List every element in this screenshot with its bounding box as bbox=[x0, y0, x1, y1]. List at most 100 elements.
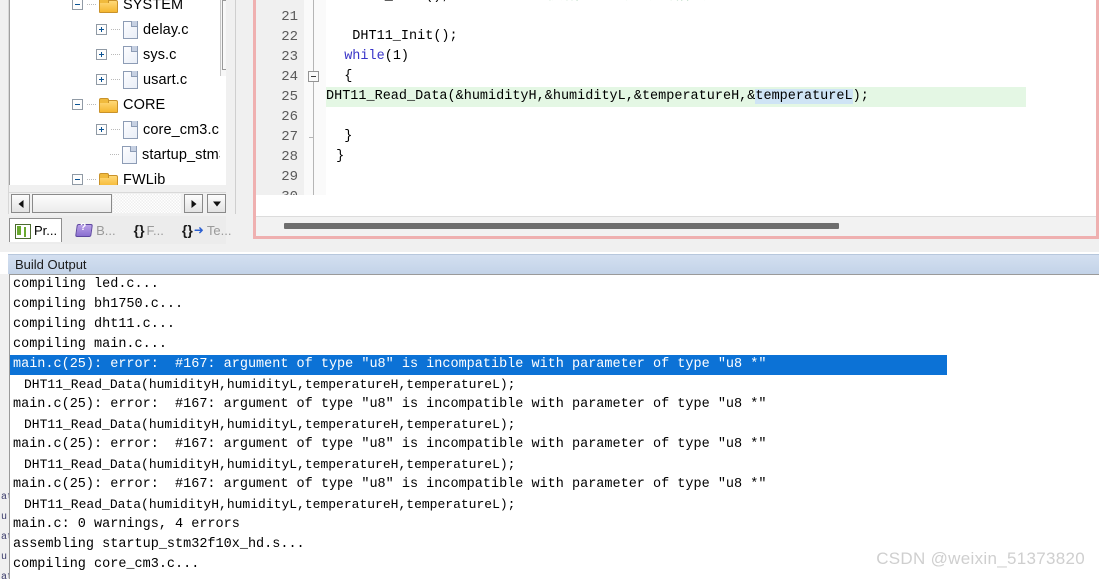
code-line-text[interactable]: while(1) bbox=[328, 47, 409, 67]
build-source-echo-line[interactable]: DHT11_Read_Data(humidityH,humidityL,temp… bbox=[10, 455, 515, 475]
scroll-left-icon[interactable] bbox=[11, 194, 30, 213]
code-line-27[interactable]: 27 } bbox=[256, 127, 1096, 147]
collapse-minus-icon[interactable] bbox=[72, 174, 83, 185]
build-output-log[interactable]: compiling led.c... compiling bh1750.c... c… bbox=[9, 274, 1099, 579]
build-source-echo-line[interactable]: DHT11_Read_Data(humidityH,humidityL,temp… bbox=[10, 415, 515, 435]
sidebar-tab-strip[interactable]: Pr...B...{}F...{}➜Te... bbox=[9, 216, 231, 244]
build-log-line[interactable]: compiling main.c... bbox=[10, 335, 167, 355]
code-line-text[interactable]: LED_Init(); //初始化与LED连接的硬件接口 bbox=[328, 0, 720, 7]
code-line-23[interactable]: 23 while(1) bbox=[256, 47, 1096, 67]
expand-plus-icon[interactable] bbox=[96, 124, 107, 135]
tree-item-startup-stm3[interactable]: startup_stm3 bbox=[10, 142, 226, 167]
editor-hscroll-thumb[interactable] bbox=[284, 223, 839, 229]
tree-item-system[interactable]: SYSTEM bbox=[10, 0, 226, 17]
code-line-28[interactable]: 28 } bbox=[256, 147, 1096, 167]
sidebar-tab-te[interactable]: {} ➜ Te... bbox=[178, 218, 236, 242]
sidebar-tab-b[interactable]: B... bbox=[72, 218, 120, 242]
code-text-area[interactable]: 20 LED_Init(); //初始化与LED连接的硬件接口 21 22 DHT1… bbox=[256, 0, 1096, 213]
scroll-right-icon[interactable] bbox=[184, 194, 203, 213]
sidebar-tab-label: Pr... bbox=[34, 223, 58, 238]
code-editor-panel[interactable]: 20 LED_Init(); //初始化与LED连接的硬件接口 21 22 DHT1… bbox=[253, 0, 1099, 239]
tree-item-delay-c[interactable]: delay.c bbox=[10, 17, 226, 42]
code-token: { bbox=[328, 69, 353, 84]
panel-splitter[interactable] bbox=[226, 0, 236, 214]
tree-item-core[interactable]: CORE bbox=[10, 92, 226, 117]
editor-blank-fill bbox=[256, 195, 1096, 215]
clipped-text-fragment: u bbox=[1, 552, 8, 563]
build-source-echo-line[interactable]: DHT11_Read_Data(humidityH,humidityL,temp… bbox=[10, 375, 515, 395]
build-output-panel: Build Output atuatuatu- compiling led.c.… bbox=[0, 252, 1099, 579]
line-number: 26 bbox=[281, 109, 298, 125]
tree-item-sys-c[interactable]: sys.c bbox=[10, 42, 226, 67]
tree-horizontal-scrollbar[interactable] bbox=[9, 192, 226, 214]
code-line-21[interactable]: 21 bbox=[256, 7, 1096, 27]
collapse-minus-icon[interactable] bbox=[72, 0, 83, 10]
build-log-line[interactable]: main.c(25): error: #167: argument of typ… bbox=[10, 475, 766, 495]
expand-plus-icon[interactable] bbox=[96, 74, 107, 85]
code-line-text[interactable]: { bbox=[328, 67, 352, 87]
code-token: ); bbox=[852, 89, 869, 104]
code-line-text[interactable]: DHT11_Read_Data(&humidityH,&humidityL,&t… bbox=[326, 87, 869, 107]
line-number: 25 bbox=[281, 89, 298, 105]
sidebar-tab-f[interactable]: {} F... bbox=[130, 218, 168, 242]
build-log-line[interactable]: assembling startup_stm32f10x_hd.s... bbox=[10, 535, 305, 555]
project-icon bbox=[14, 223, 31, 239]
tree-connector-line bbox=[109, 154, 120, 155]
code-comment: //初始化与LED连接的硬件接口 bbox=[531, 0, 720, 4]
tree-hscroll-track[interactable] bbox=[113, 194, 181, 213]
clipped-text-fragment: at bbox=[1, 572, 9, 579]
line-number: 27 bbox=[281, 129, 298, 145]
project-tree-list: SYSTEM delay.c sys.c usart.c CORE core_cm3.cs… bbox=[10, 0, 226, 185]
build-source-echo-line[interactable]: DHT11_Read_Data(humidityH,humidityL,temp… bbox=[10, 495, 515, 515]
chevron-down-icon[interactable] bbox=[207, 194, 226, 213]
code-line-24[interactable]: 24 { bbox=[256, 67, 1096, 87]
build-log-line[interactable]: main.c(25): error: #167: argument of typ… bbox=[10, 395, 766, 415]
code-line-29[interactable]: 29 bbox=[256, 167, 1096, 187]
code-line-25[interactable]: 25 DHT11_Read_Data(&humidityH,&humidityL,… bbox=[256, 87, 1096, 107]
expand-plus-icon[interactable] bbox=[96, 49, 107, 60]
blue-arrow-icon: ➜ bbox=[193, 223, 204, 237]
collapse-minus-icon[interactable] bbox=[72, 99, 83, 110]
clipped-text-fragment: u bbox=[1, 512, 8, 523]
folder-icon bbox=[99, 97, 118, 113]
build-output-title: Build Output bbox=[8, 254, 1099, 274]
editor-horizontal-scrollbar[interactable] bbox=[256, 216, 1096, 236]
clipped-text-fragment: at bbox=[1, 492, 9, 503]
tree-item-usart-c[interactable]: usart.c bbox=[10, 67, 226, 92]
build-log-line[interactable]: compiling core_cm3.c... bbox=[10, 555, 199, 575]
line-number: 22 bbox=[281, 29, 298, 45]
code-line-20[interactable]: 20 LED_Init(); //初始化与LED连接的硬件接口 bbox=[256, 0, 1096, 7]
expand-plus-icon[interactable] bbox=[96, 24, 107, 35]
code-token: DHT11_Init(); bbox=[328, 29, 458, 44]
build-log-line[interactable]: compiling bh1750.c... bbox=[10, 295, 183, 315]
c-file-icon bbox=[123, 71, 138, 89]
build-log-line[interactable]: main.c: 0 warnings, 4 errors bbox=[10, 515, 240, 535]
code-line-text[interactable]: DHT11_Init(); bbox=[328, 27, 458, 47]
tree-connector-line bbox=[111, 129, 121, 130]
tree-connector-line bbox=[111, 79, 121, 80]
code-line-22[interactable]: 22 DHT11_Init(); bbox=[256, 27, 1096, 47]
c-file-icon bbox=[123, 46, 138, 64]
code-line-26[interactable]: 26 bbox=[256, 107, 1096, 127]
build-log-line[interactable]: compiling dht11.c... bbox=[10, 315, 175, 335]
tree-item-label: sys.c bbox=[143, 46, 177, 63]
tree-item-label: startup_stm3 bbox=[141, 146, 226, 163]
folder-icon bbox=[99, 0, 118, 13]
build-log-line[interactable]: main.c(25): error: #167: argument of typ… bbox=[10, 435, 766, 455]
line-number: 21 bbox=[281, 9, 298, 25]
tree-item-core-cm3-c[interactable]: core_cm3.c bbox=[10, 117, 226, 142]
tree-connector-line bbox=[87, 4, 97, 5]
tree-hscroll-thumb[interactable] bbox=[32, 194, 112, 213]
code-line-text[interactable]: } bbox=[328, 147, 344, 167]
tree-item-label: FWLib bbox=[123, 171, 166, 186]
code-token: } bbox=[328, 149, 345, 164]
code-line-text[interactable]: } bbox=[328, 127, 352, 147]
tree-item-fwlib[interactable]: FWLib bbox=[10, 167, 226, 185]
build-error-line-selected[interactable]: main.c(25): error: #167: argument of typ… bbox=[10, 355, 947, 375]
sidebar-tab-pr[interactable]: Pr... bbox=[9, 218, 63, 242]
build-log-line[interactable]: compiling led.c... bbox=[10, 275, 159, 295]
code-editor-surface[interactable]: 20 LED_Init(); //初始化与LED连接的硬件接口 21 22 DHT1… bbox=[256, 0, 1096, 236]
project-tree-panel[interactable]: SYSTEM delay.c sys.c usart.c CORE core_cm3.cs… bbox=[9, 0, 226, 185]
line-number: 28 bbox=[281, 149, 298, 165]
